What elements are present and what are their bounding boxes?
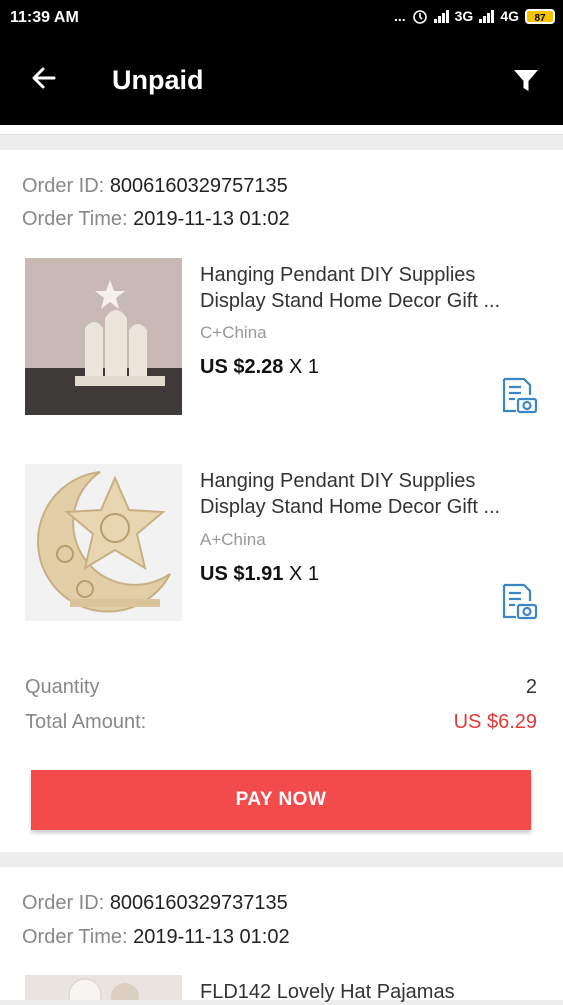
- product-title[interactable]: Hanging Pendant DIY Supplies Display Sta…: [200, 262, 535, 314]
- product-sku: C+China: [200, 323, 267, 342]
- alarm-icon: [412, 10, 427, 24]
- top-app-bar: Unpaid: [0, 38, 563, 125]
- product-qty: X 1: [288, 356, 319, 378]
- filter-icon[interactable]: [513, 68, 539, 94]
- battery-icon: 87: [525, 8, 555, 24]
- product-sku: A+China: [200, 530, 266, 549]
- order-id-row: Order ID: 8006160329757135: [22, 175, 288, 198]
- more-dots-icon: ...: [393, 8, 406, 24]
- order-time-value: 2019-11-13 01:02: [133, 208, 290, 230]
- quantity-value: 2: [525, 676, 537, 698]
- order-id-row: Order ID: 8006160329737135: [22, 892, 288, 915]
- photo-review-icon[interactable]: [500, 377, 538, 415]
- signal-icon-2: [479, 9, 495, 23]
- product-price: US $2.28: [200, 356, 284, 378]
- product-title-line1: Hanging Pendant DIY Supplies: [200, 470, 476, 492]
- product-price-row: US $2.28 X 1: [200, 356, 319, 379]
- divider: [0, 125, 563, 135]
- page-title: Unpaid: [112, 65, 204, 95]
- product-price-row: US $1.91 X 1: [200, 563, 319, 586]
- order-id-value: 8006160329757135: [109, 175, 288, 197]
- product-title[interactable]: Hanging Pendant DIY Supplies Display Sta…: [200, 468, 535, 520]
- product-title-line2: Display Stand Home Decor Gift ...: [200, 496, 501, 518]
- total-amount-value: US $6.29: [453, 711, 537, 733]
- order-time-row: Order Time: 2019-11-13 01:02: [22, 208, 290, 231]
- product-title-line1: FLD142 Lovely Hat Pajamas: [200, 981, 455, 1003]
- order-time-value: 2019-11-13 01:02: [133, 926, 290, 948]
- product-image[interactable]: [25, 464, 182, 621]
- status-bar: 11:39 AM ... 3G 4G 87: [0, 0, 563, 38]
- pay-now-button[interactable]: PAY NOW: [31, 770, 531, 830]
- quantity-label: Quantity: [25, 676, 100, 698]
- product-title-line1: Hanging Pendant DIY Supplies: [200, 264, 476, 286]
- order-time-row: Order Time: 2019-11-13 01:02: [22, 926, 290, 949]
- order-id-label: Order ID:: [22, 892, 105, 914]
- order-id-value: 8006160329737135: [109, 892, 288, 914]
- product-image[interactable]: [25, 258, 182, 415]
- total-amount-label: Total Amount:: [25, 711, 147, 733]
- product-title-line2: Display Stand Home Decor Gift ...: [200, 290, 501, 312]
- order-time-label: Order Time:: [22, 926, 128, 948]
- product-qty: X 1: [288, 563, 319, 585]
- order-id-label: Order ID:: [22, 175, 105, 197]
- status-icons: ... 3G 4G 87: [394, 8, 555, 24]
- status-time: 11:39 AM: [10, 9, 79, 26]
- order-time-label: Order Time:: [22, 208, 128, 230]
- product-price: US $1.91: [200, 563, 284, 585]
- network-3g-label: 3G: [454, 8, 474, 24]
- product-title[interactable]: FLD142 Lovely Hat Pajamas: [200, 979, 535, 1005]
- product-image[interactable]: [25, 975, 182, 1000]
- photo-review-icon[interactable]: [500, 583, 538, 621]
- network-4g-label: 4G: [500, 8, 519, 24]
- signal-icon: [433, 9, 449, 23]
- back-arrow-icon[interactable]: [28, 62, 60, 94]
